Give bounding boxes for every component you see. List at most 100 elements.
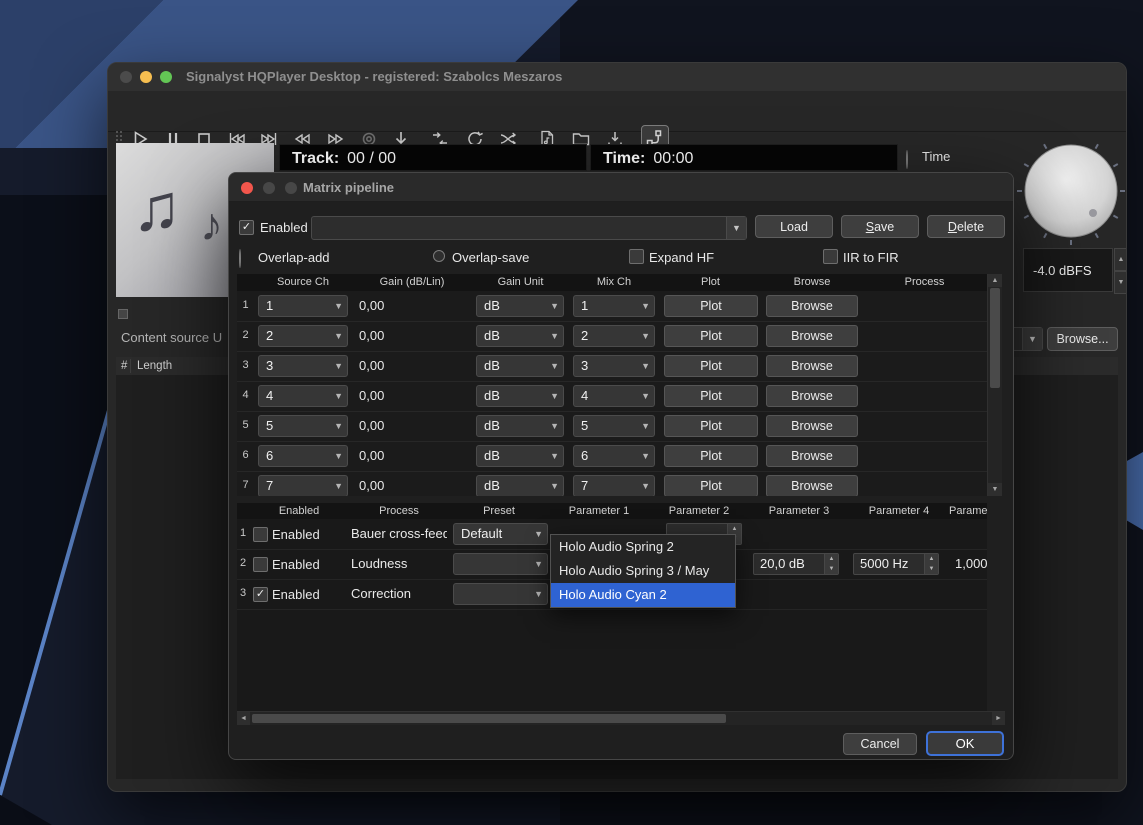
spinner-arrows[interactable]: ▲▼ bbox=[824, 554, 838, 574]
save-button[interactable]: Save bbox=[841, 215, 919, 238]
matrix-header-mix[interactable]: Mix Ch bbox=[569, 274, 660, 291]
scrollbar-thumb[interactable] bbox=[990, 288, 1000, 388]
pipeline-table-hscrollbar[interactable]: ◄ ► bbox=[237, 711, 1005, 725]
column-divider[interactable] bbox=[130, 359, 131, 373]
matrix-header-browse[interactable]: Browse bbox=[762, 274, 863, 291]
overlap-save-radio[interactable] bbox=[433, 250, 445, 262]
source-ch-select[interactable]: 4▼ bbox=[258, 385, 348, 407]
gain-unit-select[interactable]: dB▼ bbox=[476, 415, 564, 437]
mix-ch-select[interactable]: 5▼ bbox=[573, 415, 655, 437]
pipeline-preset-combo[interactable]: ▼ bbox=[311, 216, 747, 240]
pipeline-header-preset[interactable]: Preset bbox=[449, 503, 550, 519]
ok-button[interactable]: OK bbox=[926, 731, 1004, 756]
scroll-right-icon[interactable]: ► bbox=[992, 712, 1005, 725]
dropdown-option-highlighted[interactable]: Holo Audio Cyan 2 bbox=[551, 583, 735, 607]
plot-button[interactable]: Plot bbox=[664, 445, 758, 467]
close-button[interactable] bbox=[120, 71, 132, 83]
pipeline-header-param4[interactable]: Parameter 4 bbox=[849, 503, 950, 519]
plot-button[interactable]: Plot bbox=[664, 325, 758, 347]
pipeline-header-param5[interactable]: Parame bbox=[949, 503, 987, 519]
browse-button[interactable]: Browse bbox=[766, 445, 858, 467]
zoom-button[interactable] bbox=[160, 71, 172, 83]
gain-field[interactable]: 0,00 bbox=[359, 441, 384, 471]
pipeline-header-param3[interactable]: Parameter 3 bbox=[749, 503, 850, 519]
playlist-col-number[interactable]: # bbox=[121, 357, 127, 375]
main-titlebar[interactable]: Signalyst HQPlayer Desktop - registered:… bbox=[108, 63, 1126, 92]
mix-ch-select[interactable]: 6▼ bbox=[573, 445, 655, 467]
gain-unit-select[interactable]: dB▼ bbox=[476, 295, 564, 317]
dialog-titlebar[interactable]: Matrix pipeline bbox=[229, 173, 1013, 202]
gain-field[interactable]: 0,00 bbox=[359, 381, 384, 411]
gain-field[interactable]: 0,00 bbox=[359, 471, 384, 496]
gain-unit-select[interactable]: dB▼ bbox=[476, 325, 564, 347]
preset-select[interactable]: ▼ bbox=[453, 553, 548, 575]
browse-source-button[interactable]: Browse... bbox=[1047, 327, 1118, 351]
source-ch-select[interactable]: 7▼ bbox=[258, 475, 348, 496]
browse-button[interactable]: Browse bbox=[766, 325, 858, 347]
parameter-spinner[interactable]: 20,0 dB▲▼ bbox=[753, 553, 839, 575]
minimize-button[interactable] bbox=[140, 71, 152, 83]
gain-unit-select[interactable]: dB▼ bbox=[476, 385, 564, 407]
browse-button[interactable]: Browse bbox=[766, 295, 858, 317]
plot-button[interactable]: Plot bbox=[664, 415, 758, 437]
source-ch-select[interactable]: 3▼ bbox=[258, 355, 348, 377]
browse-button[interactable]: Browse bbox=[766, 475, 858, 496]
plot-button[interactable]: Plot bbox=[664, 295, 758, 317]
plot-button[interactable]: Plot bbox=[664, 385, 758, 407]
row-enabled-checkbox[interactable] bbox=[253, 557, 268, 572]
gain-field[interactable]: 0,00 bbox=[359, 411, 384, 441]
pipeline-header-enabled[interactable]: Enabled bbox=[249, 503, 350, 519]
volume-stepper[interactable]: ▲▼ bbox=[1114, 248, 1127, 294]
browse-button[interactable]: Browse bbox=[766, 355, 858, 377]
pipeline-header-param1[interactable]: Parameter 1 bbox=[549, 503, 650, 519]
scrollbar-thumb[interactable] bbox=[252, 714, 726, 723]
source-ch-select[interactable]: 5▼ bbox=[258, 415, 348, 437]
delete-button[interactable]: Delete bbox=[927, 215, 1005, 238]
gain-unit-select[interactable]: dB▼ bbox=[476, 355, 564, 377]
source-ch-select[interactable]: 6▼ bbox=[258, 445, 348, 467]
playlist-col-length[interactable]: Length bbox=[137, 357, 172, 375]
scroll-down-icon[interactable]: ▼ bbox=[988, 483, 1002, 496]
gain-field[interactable]: 0,00 bbox=[359, 291, 384, 321]
cancel-button[interactable]: Cancel bbox=[843, 733, 917, 755]
browse-button[interactable]: Browse bbox=[766, 385, 858, 407]
mix-ch-select[interactable]: 3▼ bbox=[573, 355, 655, 377]
preset-select[interactable]: Default▼ bbox=[453, 523, 548, 545]
load-button[interactable]: Load bbox=[755, 215, 833, 238]
scroll-up-icon[interactable]: ▲ bbox=[988, 274, 1002, 287]
overlap-add-radio[interactable] bbox=[239, 249, 241, 268]
matrix-header-gain[interactable]: Gain (dB/Lin) bbox=[352, 274, 473, 291]
pipeline-header-process[interactable]: Process bbox=[349, 503, 450, 519]
dropdown-option[interactable]: Holo Audio Spring 2 bbox=[551, 535, 735, 559]
matrix-header-gain-unit[interactable]: Gain Unit bbox=[472, 274, 570, 291]
plot-button[interactable]: Plot bbox=[664, 355, 758, 377]
row-enabled-checkbox[interactable] bbox=[253, 527, 268, 542]
gain-unit-select[interactable]: dB▼ bbox=[476, 445, 564, 467]
volume-knob[interactable] bbox=[1016, 138, 1126, 248]
matrix-table-scrollbar[interactable]: ▲ ▼ bbox=[987, 274, 1002, 496]
dropdown-option[interactable]: Holo Audio Spring 3 / May bbox=[551, 559, 735, 583]
scroll-left-icon[interactable]: ◄ bbox=[237, 712, 250, 725]
row-enabled-checkbox[interactable]: ✓ bbox=[253, 587, 268, 602]
close-button[interactable] bbox=[241, 182, 253, 194]
iir-to-fir-checkbox[interactable] bbox=[823, 249, 838, 264]
parameter-value[interactable]: 1,000 bbox=[955, 549, 987, 579]
matrix-header-source[interactable]: Source Ch bbox=[254, 274, 353, 291]
mix-ch-select[interactable]: 2▼ bbox=[573, 325, 655, 347]
source-ch-select[interactable]: 2▼ bbox=[258, 325, 348, 347]
gain-unit-select[interactable]: dB▼ bbox=[476, 475, 564, 496]
pipeline-enabled-checkbox[interactable]: ✓ bbox=[239, 220, 254, 235]
parameter-spinner[interactable]: 5000 Hz▲▼ bbox=[853, 553, 939, 575]
preset-select[interactable]: ▼ bbox=[453, 583, 548, 605]
browse-button[interactable]: Browse bbox=[766, 415, 858, 437]
mix-ch-select[interactable]: 1▼ bbox=[573, 295, 655, 317]
gain-field[interactable]: 0,00 bbox=[359, 351, 384, 381]
mix-ch-select[interactable]: 7▼ bbox=[573, 475, 655, 496]
plot-button[interactable]: Plot bbox=[664, 475, 758, 496]
source-ch-select[interactable]: 1▼ bbox=[258, 295, 348, 317]
spinner-arrows[interactable]: ▲▼ bbox=[924, 554, 938, 574]
time-mode-radio[interactable] bbox=[906, 150, 908, 169]
matrix-header-plot[interactable]: Plot bbox=[659, 274, 763, 291]
mix-ch-select[interactable]: 4▼ bbox=[573, 385, 655, 407]
expand-hf-checkbox[interactable] bbox=[629, 249, 644, 264]
